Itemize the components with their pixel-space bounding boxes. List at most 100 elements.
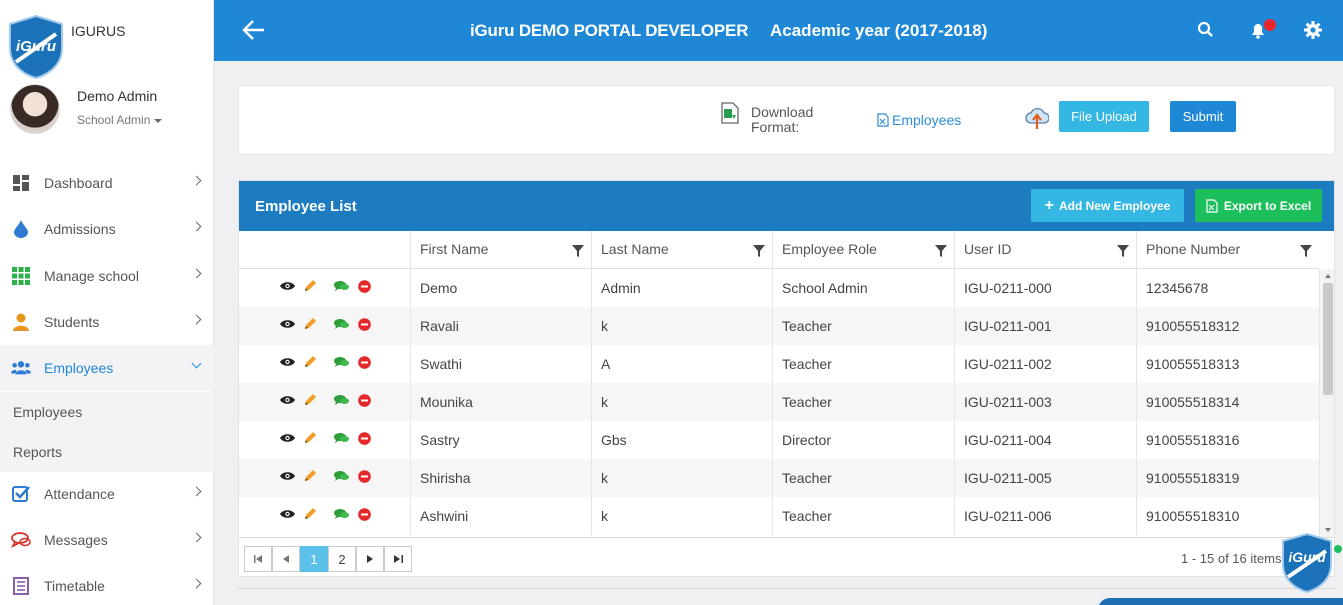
sidebar-item-timetable[interactable]: Timetable <box>0 563 214 605</box>
grid-title: Employee List <box>255 198 357 215</box>
view-icon[interactable] <box>279 316 295 332</box>
message-icon[interactable] <box>333 354 349 370</box>
actions-cell <box>239 497 410 535</box>
message-icon[interactable] <box>333 468 349 484</box>
delete-icon[interactable] <box>356 468 372 484</box>
delete-icon[interactable] <box>356 392 372 408</box>
table-row[interactable]: Shirisha k Teacher IGU-0211-005 910055518319 <box>239 459 1319 497</box>
first-page-button[interactable] <box>244 546 272 572</box>
message-icon[interactable] <box>333 430 349 446</box>
add-new-employee-button[interactable]: + Add New Employee <box>1031 189 1184 222</box>
edit-icon[interactable] <box>302 316 318 332</box>
page-2-button[interactable]: 2 <box>328 546 356 572</box>
scroll-up-icon[interactable] <box>1325 274 1331 278</box>
edit-icon[interactable] <box>302 506 318 522</box>
excel-icon <box>1206 198 1218 213</box>
sidebar-item-label: Messages <box>44 532 108 548</box>
edit-icon[interactable] <box>302 468 318 484</box>
phone-number-cell: 910055518314 <box>1136 383 1319 421</box>
user-id-cell: IGU-0211-003 <box>954 383 1136 421</box>
view-icon[interactable] <box>279 430 295 446</box>
iguru-logo[interactable]: iGuru <box>6 14 66 80</box>
table-row[interactable]: Swathi A Teacher IGU-0211-002 910055518313 <box>239 345 1319 383</box>
message-icon[interactable] <box>333 316 349 332</box>
chevron-right-icon <box>191 532 202 543</box>
edit-icon[interactable] <box>302 430 318 446</box>
table-row[interactable]: Mounika k Teacher IGU-0211-003 910055518314 <box>239 383 1319 421</box>
excel-download-icon[interactable] <box>721 102 739 124</box>
edit-icon[interactable] <box>302 278 318 294</box>
table-row[interactable]: Demo Admin School Admin IGU-0211-000 1234567… <box>239 269 1319 307</box>
sidebar-item-manage-school[interactable]: Manage school <box>0 253 214 299</box>
message-icon[interactable] <box>333 506 349 522</box>
last-page-button[interactable] <box>384 546 412 572</box>
sidebar: iGuru IGURUS Demo Admin School Admin Das… <box>0 0 214 605</box>
academic-year[interactable]: Academic year (2017-2018) <box>770 21 987 41</box>
first-name-cell: Ravali <box>410 307 591 345</box>
sidebar-item-messages[interactable]: Messages <box>0 517 214 563</box>
export-to-excel-button[interactable]: Export to Excel <box>1195 189 1322 222</box>
file-upload-button[interactable]: File Upload <box>1059 101 1149 132</box>
submit-button[interactable]: Submit <box>1170 101 1236 132</box>
edit-icon[interactable] <box>302 392 318 408</box>
employees-format-link[interactable]: Employees <box>877 112 961 128</box>
table-row[interactable]: Ravali k Teacher IGU-0211-001 910055518312 <box>239 307 1319 345</box>
sidebar-item-employees[interactable]: Employees <box>0 345 214 391</box>
sidebar-item-admissions[interactable]: Admissions <box>0 206 214 252</box>
chevron-right-icon <box>191 221 202 232</box>
sidebar-item-label: Students <box>44 314 100 330</box>
view-icon[interactable] <box>279 506 295 522</box>
column-header-employee-role[interactable]: Employee Role <box>772 231 954 269</box>
search-icon[interactable] <box>1196 20 1216 40</box>
filter-icon[interactable] <box>572 245 584 257</box>
message-icon[interactable] <box>333 392 349 408</box>
column-header-phone-number[interactable]: Phone Number <box>1136 231 1319 269</box>
chat-launcher-bar[interactable] <box>1098 598 1343 605</box>
column-header-last-name[interactable]: Last Name <box>591 231 772 269</box>
sidebar-item-label: Manage school <box>44 268 139 284</box>
filter-icon[interactable] <box>935 245 947 257</box>
sidebar-subitem-reports[interactable]: Reports <box>0 432 214 472</box>
page-1-button[interactable]: 1 <box>300 546 328 572</box>
column-header-first-name[interactable]: First Name <box>410 231 591 269</box>
view-icon[interactable] <box>279 468 295 484</box>
sidebar-subitem-employees[interactable]: Employees <box>0 392 214 432</box>
delete-icon[interactable] <box>356 278 372 294</box>
iguru-chat-logo[interactable]: iGuru <box>1279 532 1335 594</box>
back-arrow-icon[interactable] <box>242 19 266 41</box>
edit-icon[interactable] <box>302 354 318 370</box>
cloud-upload-icon[interactable] <box>1025 105 1049 131</box>
message-icon[interactable] <box>333 278 349 294</box>
column-header-label: First Name <box>420 241 489 257</box>
next-page-button[interactable] <box>356 546 384 572</box>
delete-icon[interactable] <box>356 354 372 370</box>
prev-page-button[interactable] <box>272 546 300 572</box>
sidebar-item-students[interactable]: Students <box>0 299 214 345</box>
user-role-dropdown[interactable]: School Admin <box>77 113 163 127</box>
view-icon[interactable] <box>279 392 295 408</box>
view-icon[interactable] <box>279 354 295 370</box>
filter-icon[interactable] <box>1117 245 1129 257</box>
employee-role-cell: Teacher <box>772 307 954 345</box>
actions-cell <box>239 269 410 307</box>
scroll-thumb[interactable] <box>1323 283 1333 395</box>
phone-number-cell: 910055518310 <box>1136 497 1319 535</box>
sidebar-item-attendance[interactable]: Attendance <box>0 471 214 517</box>
delete-icon[interactable] <box>356 430 372 446</box>
delete-icon[interactable] <box>356 316 372 332</box>
column-header-user-id[interactable]: User ID <box>954 231 1136 269</box>
first-name-cell: Demo <box>410 269 591 307</box>
view-icon[interactable] <box>279 278 295 294</box>
vertical-scrollbar[interactable] <box>1319 269 1334 537</box>
svg-text:iGuru: iGuru <box>16 38 56 55</box>
table-row[interactable]: Sastry Gbs Director IGU-0211-004 91005551831… <box>239 421 1319 459</box>
filter-icon[interactable] <box>753 245 765 257</box>
filter-icon[interactable] <box>1300 245 1312 257</box>
sidebar-item-dashboard[interactable]: Dashboard <box>0 160 214 206</box>
delete-icon[interactable] <box>356 506 372 522</box>
user-id-cell: IGU-0211-005 <box>954 459 1136 497</box>
table-row[interactable]: Ashwini k Teacher IGU-0211-006 910055518310 <box>239 497 1319 535</box>
avatar[interactable] <box>10 84 60 134</box>
gear-icon[interactable] <box>1303 20 1323 40</box>
actions-cell <box>239 345 410 383</box>
